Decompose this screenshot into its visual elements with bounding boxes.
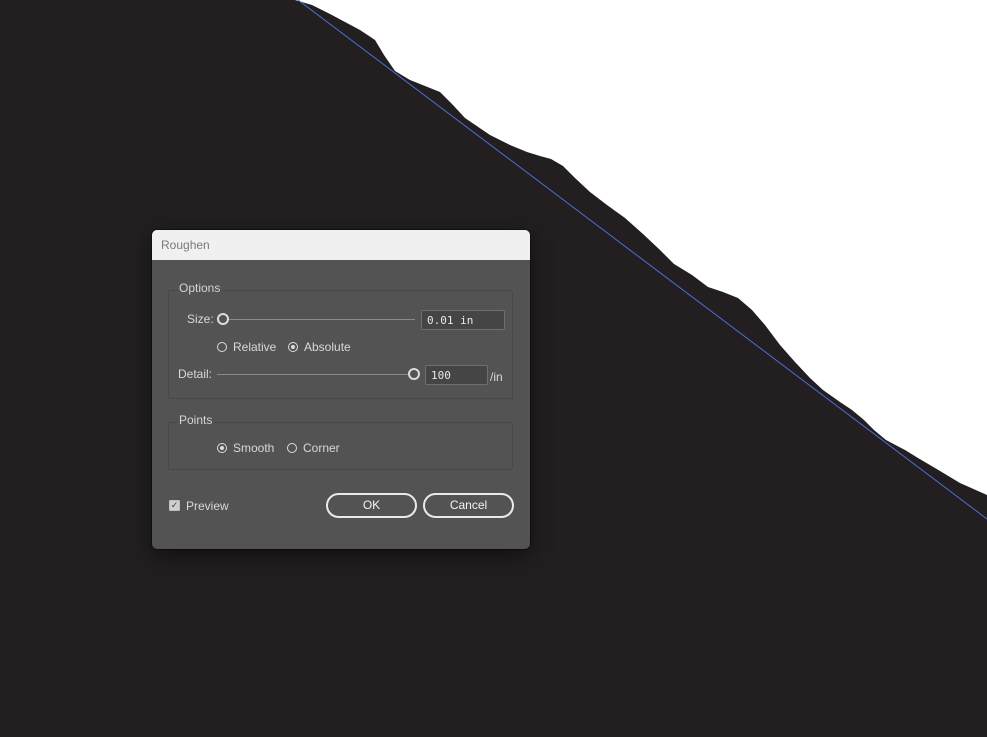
options-group: Options Size: 0.01 in Relative Absolute … xyxy=(168,281,513,399)
cancel-button[interactable]: Cancel xyxy=(423,493,514,518)
detail-unit-label: /in xyxy=(490,370,503,384)
points-group-label: Points xyxy=(177,413,215,427)
roughen-dialog: Roughen Options Size: 0.01 in Relative A… xyxy=(152,230,530,549)
detail-slider-track[interactable] xyxy=(217,374,410,375)
absolute-radio[interactable] xyxy=(288,342,298,352)
size-slider-thumb[interactable] xyxy=(217,313,229,325)
relative-radio-label[interactable]: Relative xyxy=(233,340,276,354)
size-slider-track[interactable] xyxy=(225,319,415,320)
absolute-radio-label[interactable]: Absolute xyxy=(304,340,351,354)
ok-button[interactable]: OK xyxy=(326,493,417,518)
points-group: Points Smooth Corner xyxy=(168,413,513,470)
dialog-titlebar[interactable]: Roughen xyxy=(152,230,530,260)
size-input[interactable]: 0.01 in xyxy=(421,310,505,330)
options-group-label: Options xyxy=(177,281,223,295)
relative-radio[interactable] xyxy=(217,342,227,352)
size-label: Size: xyxy=(187,312,214,326)
smooth-radio[interactable] xyxy=(217,443,227,453)
detail-label: Detail: xyxy=(178,367,213,381)
smooth-radio-label[interactable]: Smooth xyxy=(233,441,274,455)
detail-input[interactable]: 100 xyxy=(425,365,488,385)
preview-label[interactable]: Preview xyxy=(186,499,229,513)
detail-slider-thumb[interactable] xyxy=(408,368,420,380)
preview-checkbox[interactable]: ✓ xyxy=(169,500,180,511)
corner-radio-label[interactable]: Corner xyxy=(303,441,340,455)
corner-radio[interactable] xyxy=(287,443,297,453)
dialog-title: Roughen xyxy=(161,238,210,252)
